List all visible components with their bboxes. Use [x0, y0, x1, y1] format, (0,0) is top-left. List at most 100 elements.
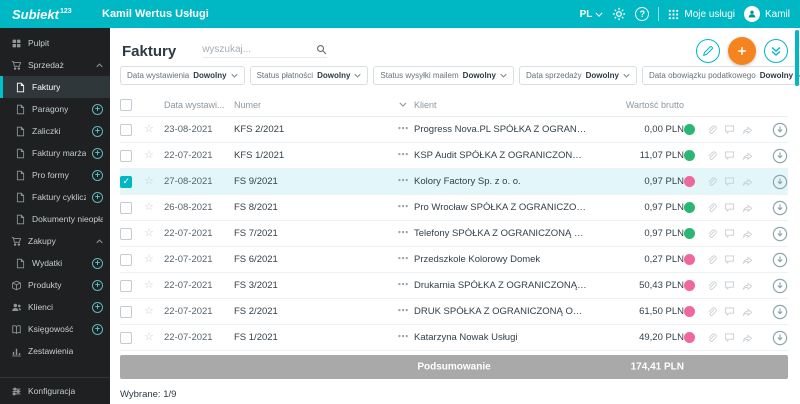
- attachment-icon[interactable]: [706, 332, 724, 343]
- share-icon[interactable]: [742, 176, 760, 187]
- language-selector[interactable]: PL: [580, 9, 604, 20]
- table-row[interactable]: 22-07-2021 FS 7/2021 Telefony SPÓŁKA Z O…: [120, 221, 788, 247]
- sidebar-section-zakupy[interactable]: Zakupy: [0, 230, 110, 252]
- favorite-star-icon[interactable]: [144, 150, 164, 161]
- comment-icon[interactable]: [724, 150, 742, 161]
- sidebar-item-zaliczki[interactable]: Zaliczki: [0, 120, 110, 142]
- comment-icon[interactable]: [724, 176, 742, 187]
- filter-data-sprzedazy[interactable]: Data sprzedaży Dowolny: [519, 66, 637, 85]
- row-checkbox[interactable]: [120, 227, 132, 240]
- attachment-icon[interactable]: [706, 306, 724, 317]
- app-logo[interactable]: Subiekt123: [0, 7, 102, 22]
- col-header-client[interactable]: Klient: [414, 100, 598, 110]
- plus-circle-icon[interactable]: [92, 169, 103, 181]
- row-checkbox[interactable]: [120, 175, 132, 188]
- table-row[interactable]: 27-08-2021 FS 9/2021 Kolory Factory Sp. …: [120, 169, 788, 195]
- row-checkbox[interactable]: [120, 123, 132, 136]
- my-services-button[interactable]: Moje usługi: [668, 9, 735, 20]
- comment-icon[interactable]: [724, 332, 742, 343]
- vertical-scrollbar[interactable]: [795, 30, 799, 86]
- plus-circle-icon[interactable]: [92, 301, 103, 313]
- row-more-icon[interactable]: [392, 254, 414, 265]
- favorite-star-icon[interactable]: [144, 332, 164, 343]
- favorite-star-icon[interactable]: [144, 254, 164, 265]
- comment-icon[interactable]: [724, 306, 742, 317]
- download-icon[interactable]: [760, 200, 788, 216]
- favorite-star-icon[interactable]: [144, 306, 164, 317]
- table-row[interactable]: 22-07-2021 KFS 1/2021 KSP Audit SPÓŁKA Z…: [120, 143, 788, 169]
- comment-icon[interactable]: [724, 254, 742, 265]
- plus-circle-icon[interactable]: [92, 191, 103, 203]
- download-icon[interactable]: [760, 174, 788, 190]
- select-all-checkbox[interactable]: [120, 98, 132, 111]
- row-more-icon[interactable]: [392, 228, 414, 239]
- attachment-icon[interactable]: [706, 254, 724, 265]
- attachment-icon[interactable]: [706, 124, 724, 135]
- row-checkbox[interactable]: [120, 331, 132, 344]
- row-more-icon[interactable]: [392, 280, 414, 291]
- sidebar-item-zestawienia[interactable]: Zestawienia: [0, 340, 110, 362]
- sidebar-item-faktury-cykliczne[interactable]: Faktury cykliczne: [0, 186, 110, 208]
- share-icon[interactable]: [742, 332, 760, 343]
- plus-circle-icon[interactable]: [92, 125, 103, 137]
- table-row[interactable]: 22-07-2021 FS 2/2021 DRUK SPÓŁKA Z OGRAN…: [120, 299, 788, 325]
- row-more-icon[interactable]: [392, 332, 414, 343]
- share-icon[interactable]: [742, 202, 760, 213]
- comment-icon[interactable]: [724, 202, 742, 213]
- row-checkbox[interactable]: [120, 201, 132, 214]
- sidebar-item-klienci[interactable]: Klienci: [0, 296, 110, 318]
- share-icon[interactable]: [742, 306, 760, 317]
- table-row[interactable]: 23-08-2021 KFS 2/2021 Progress Nova.PL S…: [120, 117, 788, 143]
- expand-collapse-button[interactable]: [764, 39, 788, 63]
- col-header-date[interactable]: Data wystawi...: [164, 100, 234, 110]
- filter-status-platnosci[interactable]: Status płatności Dowolny: [249, 66, 369, 85]
- sidebar-item-ksiegowosc[interactable]: Księgowość: [0, 318, 110, 340]
- plus-circle-icon[interactable]: [92, 279, 103, 291]
- share-icon[interactable]: [742, 150, 760, 161]
- sidebar-item-pulpit[interactable]: Pulpit: [0, 32, 110, 54]
- download-icon[interactable]: [760, 252, 788, 268]
- sidebar-item-konfiguracja[interactable]: Konfiguracja: [0, 378, 110, 404]
- user-menu[interactable]: Kamil: [743, 6, 790, 22]
- col-header-number[interactable]: Numer: [234, 100, 392, 110]
- sidebar-item-paragony[interactable]: Paragony: [0, 98, 110, 120]
- favorite-star-icon[interactable]: [144, 124, 164, 135]
- row-checkbox[interactable]: [120, 279, 132, 292]
- sidebar-item-faktury[interactable]: Faktury: [0, 76, 110, 98]
- col-header-gross[interactable]: Wartość brutto: [598, 100, 684, 110]
- row-more-icon[interactable]: [392, 176, 414, 187]
- filter-data-obowiazku[interactable]: Data obowiązku podatkowego Dowolny: [641, 66, 800, 85]
- row-more-icon[interactable]: [392, 124, 414, 135]
- favorite-star-icon[interactable]: [144, 228, 164, 239]
- sidebar-item-wydatki[interactable]: Wydatki: [0, 252, 110, 274]
- sidebar-section-sprzedaz[interactable]: Sprzedaż: [0, 54, 110, 76]
- sidebar-item-pro-formy[interactable]: Pro formy: [0, 164, 110, 186]
- search-icon[interactable]: [316, 44, 327, 55]
- table-row[interactable]: 22-07-2021 FS 1/2021 Katarzyna Nowak Usł…: [120, 325, 788, 351]
- filter-status-wysylki[interactable]: Status wysyłki mailem Dowolny: [373, 66, 515, 85]
- row-checkbox[interactable]: [120, 253, 132, 266]
- attachment-icon[interactable]: [706, 228, 724, 239]
- settings-gear-icon[interactable]: [612, 7, 626, 21]
- share-icon[interactable]: [742, 254, 760, 265]
- edit-button[interactable]: [696, 39, 720, 63]
- download-icon[interactable]: [760, 330, 788, 346]
- comment-icon[interactable]: [724, 280, 742, 291]
- row-more-icon[interactable]: [392, 202, 414, 213]
- plus-circle-icon[interactable]: [92, 147, 103, 159]
- table-row[interactable]: 22-07-2021 FS 6/2021 Przedszkole Kolorow…: [120, 247, 788, 273]
- plus-circle-icon[interactable]: [92, 257, 103, 269]
- download-icon[interactable]: [760, 304, 788, 320]
- favorite-star-icon[interactable]: [144, 280, 164, 291]
- download-icon[interactable]: [760, 122, 788, 138]
- attachment-icon[interactable]: [706, 202, 724, 213]
- comment-icon[interactable]: [724, 124, 742, 135]
- row-checkbox[interactable]: [120, 149, 132, 162]
- download-icon[interactable]: [760, 148, 788, 164]
- table-row[interactable]: 22-07-2021 FS 3/2021 Drukarnia SPÓŁKA Z …: [120, 273, 788, 299]
- share-icon[interactable]: [742, 280, 760, 291]
- download-icon[interactable]: [760, 278, 788, 294]
- sidebar-item-produkty[interactable]: Produkty: [0, 274, 110, 296]
- attachment-icon[interactable]: [706, 176, 724, 187]
- help-icon[interactable]: [635, 7, 650, 21]
